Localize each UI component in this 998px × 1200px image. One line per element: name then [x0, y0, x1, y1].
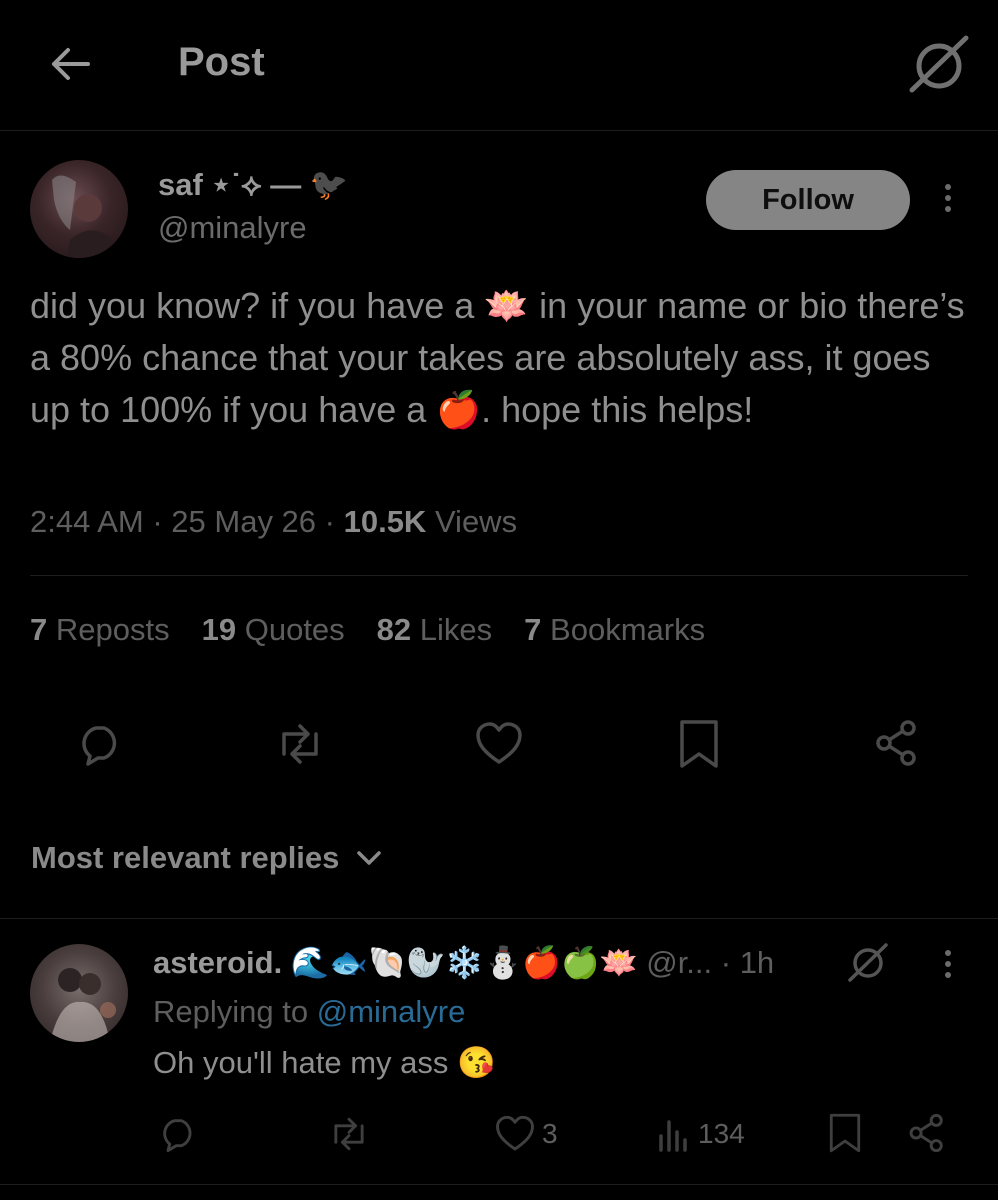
views-chart-icon [659, 1120, 687, 1152]
likes-stat[interactable]: 82 Likes [377, 612, 492, 648]
arrow-left-icon[interactable] [44, 38, 96, 90]
chevron-down-icon [357, 851, 382, 865]
repost-icon[interactable] [272, 720, 328, 768]
post-text: did you know? if you have a 🪷 in your na… [30, 285, 965, 430]
avatar[interactable] [30, 160, 128, 258]
replies-sort-label: Most relevant replies [31, 840, 340, 875]
reply-more-options-icon[interactable] [940, 950, 956, 978]
heart-icon[interactable] [474, 720, 524, 768]
views-label: Views [426, 504, 518, 539]
replies-sort-dropdown[interactable]: Most relevant replies [31, 840, 383, 876]
reply-text: Oh you'll hate my ass 😘 [153, 1045, 496, 1080]
bookmarks-stat[interactable]: 7 Bookmarks [524, 612, 705, 648]
replying-to: Replying to @minalyre [153, 994, 466, 1029]
reply-like-button[interactable]: 3 [494, 1114, 558, 1154]
bookmark-icon[interactable] [678, 718, 720, 770]
follow-button[interactable]: Follow [706, 170, 910, 230]
replying-to-mention[interactable]: @minalyre [317, 994, 466, 1029]
divider [0, 1184, 998, 1185]
reply-author-name[interactable]: asteroid. 🌊🐟🐚🦭❄️⛄🍎🍏🪷 [153, 944, 638, 981]
top-bar: Post [0, 0, 998, 131]
heart-icon [496, 1115, 534, 1151]
divider [0, 918, 998, 919]
post-stats: 7 Reposts 19 Quotes 82 Likes 7 Bookmarks [30, 612, 705, 648]
reply-avatar[interactable] [30, 944, 128, 1042]
reply-handle-time: @r... · 1h [646, 944, 775, 980]
reposts-stat[interactable]: 7 Reposts [30, 612, 170, 648]
page-title: Post [178, 40, 265, 84]
post-time: 2:44 AM · 25 May 26 · [30, 504, 344, 539]
author-name[interactable]: saf ⋆˙⟡ — 🐦‍⬛ [158, 166, 348, 204]
reply-views-count: 134 [698, 1118, 745, 1149]
views-count: 10.5K [343, 504, 427, 539]
divider [30, 575, 968, 576]
reply-icon[interactable] [76, 720, 124, 768]
reply-like-count: 3 [542, 1118, 558, 1149]
reply-author[interactable]: asteroid. 🌊🐟🐚🦭❄️⛄🍎🍏🪷 @r... · 1h [153, 944, 774, 981]
more-options-icon[interactable] [940, 184, 956, 212]
share-icon[interactable] [872, 718, 922, 768]
reply-share-icon[interactable] [906, 1112, 948, 1154]
grok-icon[interactable] [906, 34, 972, 94]
grok-icon[interactable] [846, 942, 890, 982]
reply-reply-icon[interactable] [158, 1114, 198, 1154]
author-handle[interactable]: @minalyre [158, 210, 307, 246]
post-meta: 2:44 AM · 25 May 26 · 10.5K Views [30, 504, 517, 540]
reply-views-button[interactable]: 134 [656, 1114, 745, 1154]
reply-bookmark-icon[interactable] [828, 1112, 862, 1154]
reply-repost-icon[interactable] [326, 1114, 372, 1154]
quotes-stat[interactable]: 19 Quotes [202, 612, 345, 648]
